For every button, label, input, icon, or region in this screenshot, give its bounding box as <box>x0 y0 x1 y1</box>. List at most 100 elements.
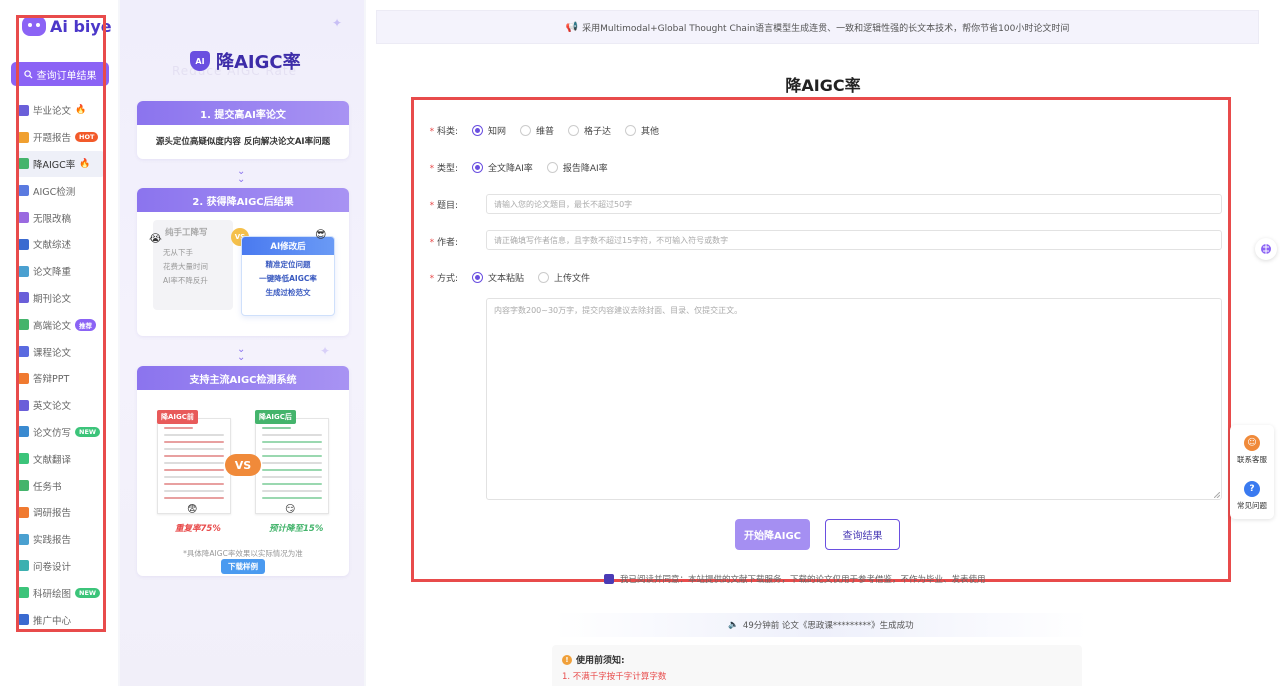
page-title: 降AIGC率 <box>785 76 861 95</box>
fire-icon: 🔥 <box>75 105 87 116</box>
ai-box: AI修改后 精准定位问题 一键降低AIGC率 生成过检范文 <box>241 236 335 316</box>
sidebar-item[interactable]: 降AIGC率 🔥 <box>16 150 104 178</box>
brand-logo[interactable]: Ai biye <box>22 16 112 36</box>
sidebar-item[interactable]: 答辩PPT <box>16 365 104 392</box>
type-option-report[interactable]: 报告降AI率 <box>546 161 608 174</box>
method-option-upload[interactable]: 上传文件 <box>538 271 590 284</box>
sidebar-item-label: 期刊论文 <box>33 293 72 305</box>
survey-icon <box>18 506 29 518</box>
sidebar-item[interactable]: 期刊论文 <box>16 285 104 312</box>
step1-text: 源头定位高疑似度内容 反向解决论文AI率问题 <box>155 137 331 147</box>
sidebar-item[interactable]: 无限改稿 <box>16 204 104 231</box>
translate-icon <box>18 453 29 465</box>
sidebar: Ai biye 查询订单结果 毕业论文 🔥 开题报告 HOT 降AIGC率 🔥 AIGC检测… <box>0 0 118 686</box>
subject-option-weipu[interactable]: 维普 <box>520 124 554 137</box>
method-option-paste[interactable]: 文本粘贴 <box>472 271 524 284</box>
sidebar-item[interactable]: 课程论文 <box>16 338 104 365</box>
sidebar-item[interactable]: 实践报告 <box>16 526 104 553</box>
sidebar-item[interactable]: 文献翻译 <box>16 445 104 472</box>
ai-shield-icon: AI <box>190 51 210 71</box>
sidebar-menu: 毕业论文 🔥 开题报告 HOT 降AIGC率 🔥 AIGC检测无限改稿文献综述 论文降重期刊论… <box>16 97 104 633</box>
manual-line: 无从下手 <box>163 248 193 257</box>
sidebar-item[interactable]: 调研报告 <box>16 499 104 526</box>
sidebar-item-label: 实践报告 <box>33 535 72 547</box>
sidebar-item-label: 英文论文 <box>33 401 72 413</box>
usage-title: ! 使用前须知: <box>562 653 625 666</box>
step3-head: 支持主流AIGC检测系统 <box>137 366 349 390</box>
sidebar-item[interactable]: 论文仿写 NEW <box>16 419 104 446</box>
success-text: 49分钟前 论文《思政课*********》生成成功 <box>742 621 914 631</box>
faq-button[interactable]: ? 常见问题 <box>1230 481 1274 511</box>
reduce-aigc-icon <box>18 158 29 170</box>
agreement[interactable]: 我已阅读并同意：本站提供的文献下载服务，下载的论文仅用于参考借鉴，不作为毕业、发… <box>604 573 986 585</box>
megaphone-icon: 📢 <box>565 21 579 33</box>
notice-text: 采用Multimodal+Global Thought Chain语言模型生成连… <box>582 23 1070 34</box>
manual-lines: 无从下手 花费大量时间 AI率不降反升 <box>153 238 233 288</box>
premium-icon <box>18 319 29 331</box>
sidebar-badge: NEW <box>75 426 101 437</box>
subject-row: * 科类: 知网 维普 格子达 其他 <box>414 124 673 137</box>
sidebar-item[interactable]: 任务书 <box>16 472 104 499</box>
content-textarea[interactable]: 内容字数200~30万字，提交内容建议去除封面、目录、仅提交正文。 <box>486 298 1222 500</box>
journal-icon <box>18 292 29 304</box>
sidebar-item-label: 无限改稿 <box>33 213 72 225</box>
subject-option-cnki[interactable]: 知网 <box>472 124 506 137</box>
step1-card: 1. 提交高AI率论文 源头定位高疑似度内容 反向解决论文AI率问题 <box>137 101 349 159</box>
promo-panel: Reduce AIGC Rate AI 降AIGC率 ✦ 1. 提交高AI率论文… <box>120 0 364 686</box>
topic-label: * 题目: <box>429 201 458 211</box>
type-row: * 类型: 全文降AI率 报告降AI率 <box>414 161 622 174</box>
agreement-checkbox[interactable] <box>604 574 614 584</box>
speaker-icon: 🔈 <box>728 620 739 630</box>
info-icon: ! <box>562 654 572 665</box>
promote-icon <box>18 614 29 626</box>
topic-input[interactable]: 请输入您的论文题目，最长不超过50字 <box>486 194 1222 214</box>
before-tag: 降AIGC前 <box>157 410 198 424</box>
sidebar-item[interactable]: 论文降重 <box>16 258 104 285</box>
fire-icon: 🔥 <box>79 158 91 169</box>
graduation-cap-icon <box>18 104 29 116</box>
sidebar-item-label: 答辩PPT <box>33 374 70 386</box>
sidebar-item[interactable]: 科研绘图 NEW <box>16 579 104 606</box>
start-reduce-button[interactable]: 开始降AIGC <box>735 519 810 550</box>
question-icon: ? <box>1244 481 1260 497</box>
logo-icon <box>22 16 46 36</box>
resize-handle-icon[interactable] <box>1214 492 1220 498</box>
type-option-full[interactable]: 全文降AI率 <box>472 161 533 174</box>
sidebar-item[interactable]: 文献综述 <box>16 231 104 258</box>
drawing-icon <box>18 587 29 599</box>
chevron-down-icon: ⌄ ⌄ <box>237 166 246 185</box>
disclaimer-note: *具体降AIGC率效果以实际情况为准 <box>183 549 303 558</box>
float-panel: ☺ 联系客服 ? 常见问题 <box>1230 425 1274 519</box>
query-order-button[interactable]: 查询订单结果 <box>11 62 109 86</box>
author-input[interactable]: 请正确填写作者信息，且字数不超过15字符，不可输入符号或数字 <box>486 230 1222 250</box>
sidebar-item[interactable]: AIGC检测 <box>16 177 104 204</box>
sidebar-item[interactable]: 英文论文 <box>16 392 104 419</box>
promo-title: AI 降AIGC率 <box>190 48 301 74</box>
sidebar-item-label: 高端论文 <box>33 320 72 332</box>
ai-line: 生成过检范文 <box>265 288 311 297</box>
manual-line: 花费大量时间 <box>163 262 208 271</box>
chevron-down-icon: ⌄ ⌄ <box>237 344 246 363</box>
subject-option-gezida[interactable]: 格子达 <box>568 124 611 137</box>
sidebar-item[interactable]: 毕业论文 🔥 <box>16 97 104 124</box>
detect-icon <box>18 185 29 197</box>
notice-bar: 📢 采用Multimodal+Global Thought Chain语言模型生… <box>376 10 1259 44</box>
sidebar-item[interactable]: 问卷设计 <box>16 553 104 580</box>
contact-service-button[interactable]: ☺ 联系客服 <box>1230 435 1274 465</box>
method-label: * 方式: <box>429 274 458 284</box>
sidebar-badge: NEW <box>75 587 101 598</box>
query-result-button[interactable]: 查询结果 <box>825 519 900 550</box>
sparkle-icon: ✦ <box>332 16 343 30</box>
manual-line: AI率不降反升 <box>163 276 208 285</box>
sidebar-item[interactable]: 开题报告 HOT <box>16 124 104 151</box>
sidebar-badge: 推荐 <box>75 318 97 331</box>
download-sample-button[interactable]: 下载样例 <box>221 559 265 574</box>
subject-option-other[interactable]: 其他 <box>625 124 659 137</box>
sidebar-item[interactable]: 高端论文 推荐 <box>16 311 104 338</box>
ai-line: 精准定位问题 <box>265 260 311 269</box>
sidebar-item[interactable]: 推广中心 <box>16 606 104 633</box>
subject-label: * 科类: <box>429 127 458 137</box>
course-icon <box>18 346 29 358</box>
brain-icon[interactable] <box>1255 238 1277 260</box>
rewrite-icon <box>18 426 29 438</box>
